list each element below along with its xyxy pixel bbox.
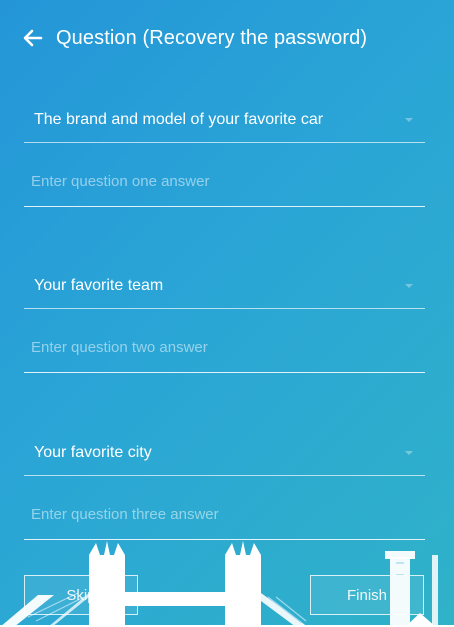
dropdown-caret-icon	[405, 118, 413, 122]
question-two-select[interactable]: Your favorite team	[24, 264, 425, 309]
page-header: Question (Recovery the password)	[22, 26, 367, 50]
recovery-question-screen: Question (Recovery the password) The bra…	[0, 0, 454, 627]
dropdown-caret-icon	[405, 451, 413, 455]
question-three-value: Your favorite city	[34, 444, 152, 461]
question-one-answer-row	[24, 157, 425, 207]
question-three-answer-input[interactable]	[31, 506, 418, 523]
question-two-answer-input[interactable]	[31, 339, 418, 356]
question-two-answer-row	[24, 323, 425, 373]
question-one-value: The brand and model of your favorite car	[34, 111, 324, 128]
arrow-left-icon[interactable]	[22, 27, 44, 49]
question-two-value: Your favorite team	[34, 277, 164, 294]
question-one-group: The brand and model of your favorite car	[24, 98, 425, 207]
finish-button[interactable]: Finish	[310, 575, 424, 615]
question-one-select[interactable]: The brand and model of your favorite car	[24, 98, 425, 143]
question-one-answer-input[interactable]	[31, 173, 418, 190]
dropdown-caret-icon	[405, 284, 413, 288]
question-three-group: Your favorite city	[24, 431, 425, 540]
question-three-answer-row	[24, 490, 425, 540]
page-title: Question (Recovery the password)	[56, 27, 368, 49]
skip-button[interactable]: Skip	[24, 575, 138, 615]
question-three-select[interactable]: Your favorite city	[24, 431, 425, 476]
question-two-group: Your favorite team	[24, 264, 425, 373]
